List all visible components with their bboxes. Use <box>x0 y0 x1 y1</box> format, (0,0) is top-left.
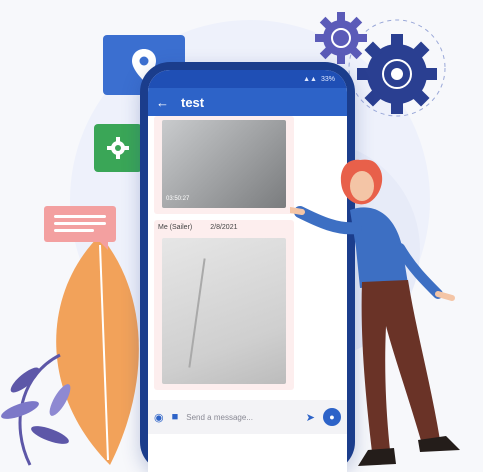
message-bubble[interactable]: Me (Sailer) 2/8/2021 <box>154 220 294 390</box>
settings-card <box>94 124 142 172</box>
chat-title: test <box>181 94 205 110</box>
message-bubble[interactable]: 03:50:27 <box>154 116 294 214</box>
message-photo[interactable] <box>162 238 286 384</box>
app-bar: ← test <box>148 88 347 116</box>
status-bar: ▲▲ 33% <box>148 70 347 88</box>
person-illustration <box>290 159 460 466</box>
settings-icon <box>107 137 129 159</box>
chat-bubble-icon <box>44 206 116 250</box>
message-time: 03:50:27 <box>166 196 190 202</box>
message-sender: Me (Sailer) <box>158 224 193 231</box>
battery-text: 33% <box>320 75 335 83</box>
signal-icon: ▲▲ <box>303 75 317 83</box>
message-input[interactable]: Send a message... <box>186 413 298 422</box>
message-date: 2/8/2021 <box>210 224 238 231</box>
camera-icon[interactable]: ◉ <box>154 411 164 424</box>
video-icon[interactable]: ■ <box>172 411 179 423</box>
message-photo[interactable] <box>162 120 286 208</box>
back-arrow-icon[interactable]: ← <box>156 95 169 110</box>
